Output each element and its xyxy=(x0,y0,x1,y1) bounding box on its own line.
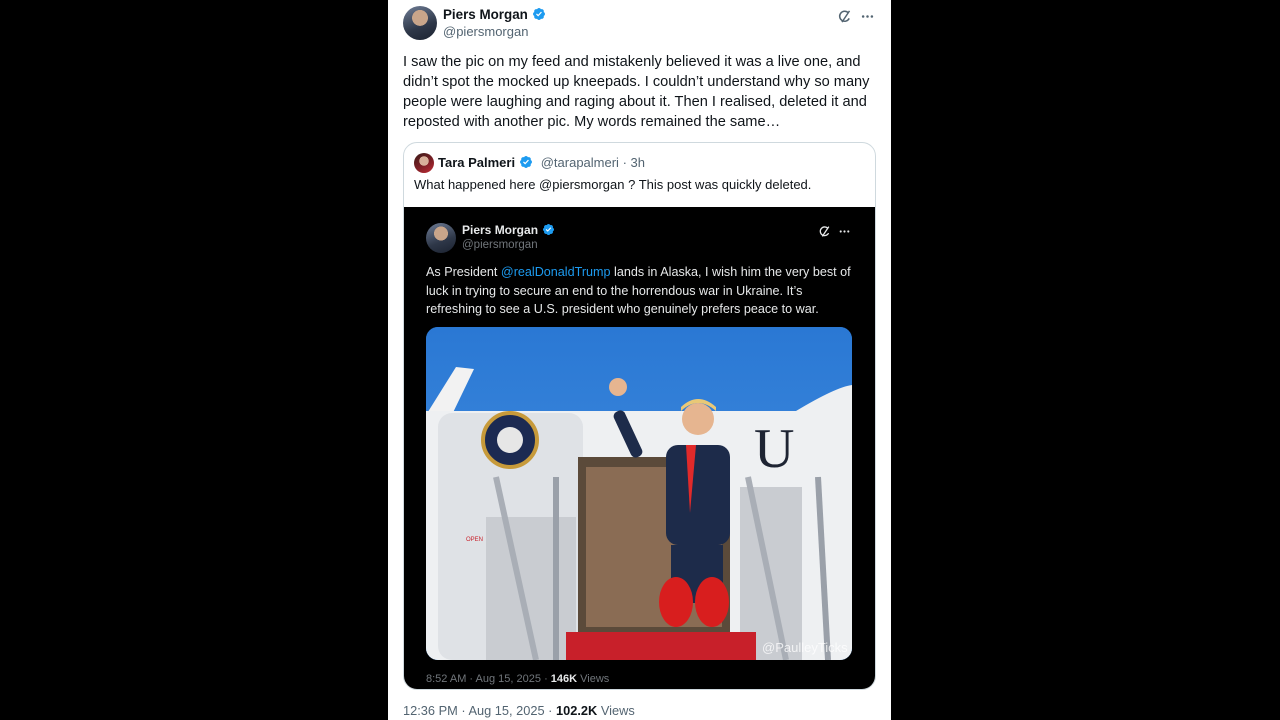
meta-separator: · xyxy=(544,673,548,685)
more-icon[interactable] xyxy=(858,7,876,25)
verified-badge-icon xyxy=(532,8,545,20)
screenshot-views-count: 146K xyxy=(550,673,578,685)
airplane-photo-illustration: U OPEN @PaulleyTicks xyxy=(426,327,852,660)
quoted-text: What happened here @piersmorgan ? This p… xyxy=(414,177,812,192)
tweet-time[interactable]: 12:36 PM xyxy=(403,703,458,718)
screenshot-author-name: Piers Morgan xyxy=(462,223,539,237)
screenshot-views-label: Views xyxy=(580,673,610,685)
author-name-row[interactable]: Piers Morgan xyxy=(443,7,546,22)
meta-separator: · xyxy=(548,703,553,718)
author-avatar[interactable] xyxy=(403,6,437,40)
meta-separator: · xyxy=(469,673,474,685)
quoted-separator: · xyxy=(622,155,627,170)
author-handle[interactable]: @piersmorgan xyxy=(443,24,528,39)
plane-lettering: U xyxy=(754,418,794,480)
verified-badge-icon xyxy=(542,223,555,236)
quoted-tweet[interactable]: Tara Palmeri @tarapalmeri · 3h What happ… xyxy=(403,142,876,690)
tweet-card: Piers Morgan @piersmorgan I saw the pic … xyxy=(388,0,891,720)
screenshot-date: Aug 15, 2025 xyxy=(475,673,541,685)
grok-icon[interactable] xyxy=(835,7,853,25)
door-label: OPEN xyxy=(466,537,483,543)
grok-icon xyxy=(816,223,832,239)
tweet-text: I saw the pic on my feed and mistakenly … xyxy=(403,54,870,130)
screenshot-meta: 8:52 AM · Aug 15, 2025 · 146K Views xyxy=(426,673,609,685)
views-count[interactable]: 102.2K xyxy=(556,703,597,718)
quoted-author-avatar[interactable] xyxy=(414,153,434,173)
screenshot-time: 8:52 AM xyxy=(426,673,467,685)
tweet-meta: 12:36 PM · Aug 15, 2025 · 102.2K Views xyxy=(403,703,635,718)
screenshot-text: As President @realDonaldTrump lands in A… xyxy=(426,263,856,319)
quoted-age[interactable]: 3h xyxy=(631,155,645,170)
photo-watermark: @PaulleyTicks xyxy=(762,640,848,655)
quoted-header: Tara Palmeri @tarapalmeri · 3h xyxy=(438,155,645,170)
screenshot-text-before: As President xyxy=(426,265,501,279)
screenshot-avatar xyxy=(426,223,456,253)
more-icon xyxy=(836,223,852,239)
author-name[interactable]: Piers Morgan xyxy=(443,7,528,22)
screenshot-mention: @realDonaldTrump xyxy=(500,265,611,279)
deleted-post-screenshot: Piers Morgan @piersmorgan As President @… xyxy=(404,207,875,689)
quoted-author-name[interactable]: Tara Palmeri xyxy=(438,155,515,170)
meta-separator: · xyxy=(461,703,466,718)
screenshot-name-row: Piers Morgan xyxy=(462,223,555,237)
screenshot-author-handle: @piersmorgan xyxy=(462,239,538,251)
views-label: Views xyxy=(600,703,635,718)
verified-badge-icon xyxy=(520,156,533,168)
tweet-date[interactable]: Aug 15, 2025 xyxy=(468,703,544,718)
airplane-photo: U OPEN @PaulleyTicks xyxy=(426,327,852,660)
quoted-author-handle[interactable]: @tarapalmeri xyxy=(541,155,619,170)
